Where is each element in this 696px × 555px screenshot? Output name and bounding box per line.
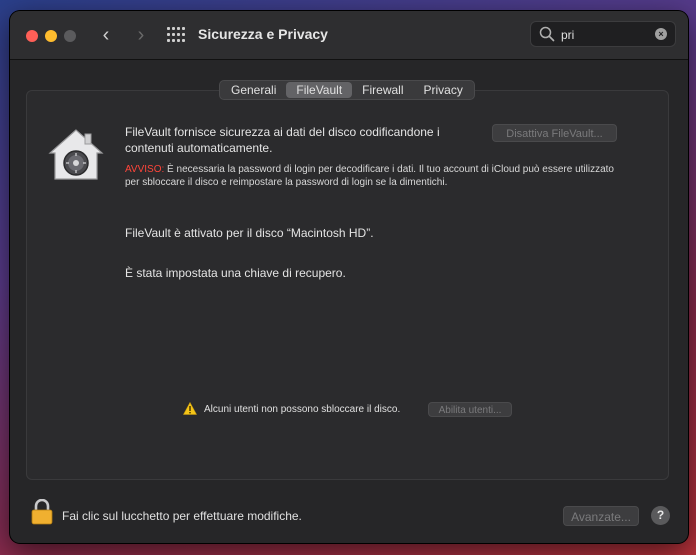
filevault-enabled-status: FileVault è attivato per il disco “Macin… [125,226,374,240]
lock-icon[interactable] [31,499,53,525]
warning-icon [183,402,197,415]
help-button[interactable]: ? [651,506,670,525]
close-window-button[interactable] [26,30,38,42]
search-input[interactable] [559,25,653,45]
advanced-button[interactable]: Avanzate... [563,506,639,526]
forward-button[interactable]: › [131,23,151,47]
back-button[interactable]: ‹ [96,23,116,47]
window-title: Sicurezza e Privacy [198,26,328,42]
users-unlock-alert: Alcuni utenti non possono sbloccare il d… [204,404,401,415]
filevault-description: FileVault fornisce sicurezza ai dati del… [125,125,440,155]
minimize-window-button[interactable] [45,30,57,42]
recovery-key-status: È stata impostata una chiave di recupero… [125,266,346,280]
tab-generali[interactable]: Generali [221,82,286,98]
system-preferences-window: ‹ › Sicurezza e Privacy × Generali FileV… [10,11,688,543]
enable-users-button[interactable]: Abilita utenti... [428,402,512,417]
search-field[interactable]: × [530,21,676,47]
filevault-house-icon [48,129,104,180]
disable-filevault-button[interactable]: Disattiva FileVault... [492,124,617,142]
tab-filevault[interactable]: FileVault [286,82,353,98]
tab-firewall[interactable]: Firewall [352,82,413,98]
show-all-grid-icon[interactable] [167,27,185,43]
lock-instructions: Fai clic sul lucchetto per effettuare mo… [62,509,302,523]
titlebar: ‹ › Sicurezza e Privacy × [10,11,688,60]
clear-search-icon[interactable]: × [655,28,667,40]
warning-text: È necessaria la password di login per de… [125,164,614,188]
tab-privacy[interactable]: Privacy [414,82,473,98]
zoom-window-button[interactable] [64,30,76,42]
filevault-warning: AVVISO: È necessaria la password di logi… [125,163,625,189]
search-icon [539,26,555,42]
warning-label: AVVISO: [125,164,165,175]
tab-bar: Generali FileVault Firewall Privacy [219,80,475,100]
